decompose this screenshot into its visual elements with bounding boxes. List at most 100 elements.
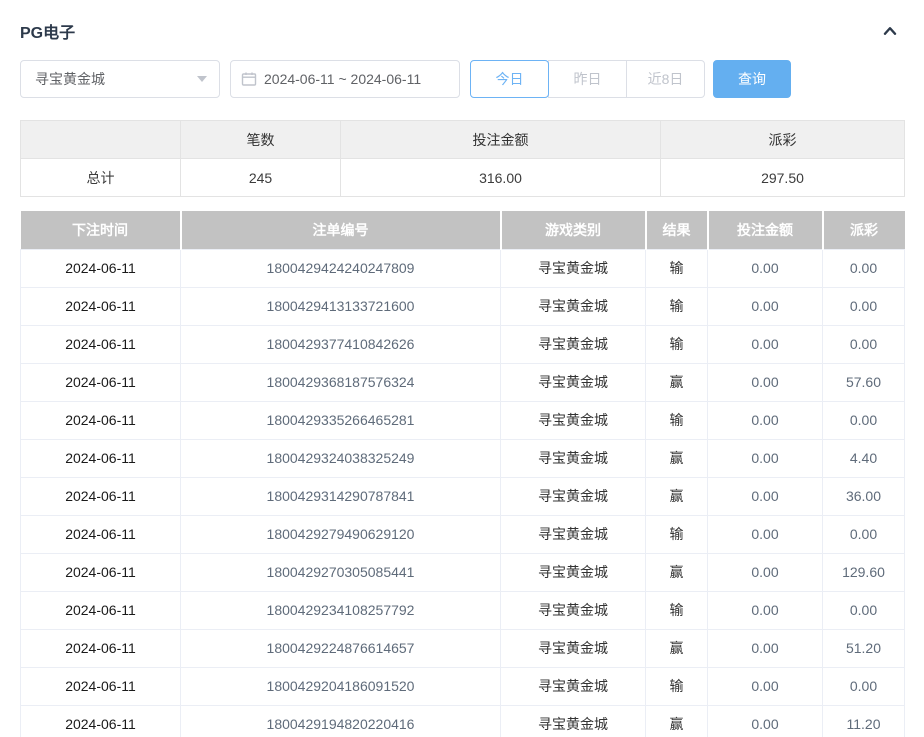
result-cell: 输 xyxy=(646,249,708,287)
summary-total-count: 245 xyxy=(181,159,341,197)
collapse-button[interactable] xyxy=(878,19,902,43)
bet-amount-cell: 0.00 xyxy=(708,249,823,287)
today-button[interactable]: 今日 xyxy=(470,60,549,98)
table-row: 2024-06-111800429224876614657寻宝黄金城赢0.005… xyxy=(21,629,905,667)
date-range-input[interactable]: 2024-06-11 ~ 2024-06-11 xyxy=(230,60,460,98)
order-id-cell: 1800429204186091520 xyxy=(181,667,501,705)
panel-header: PG电子 xyxy=(20,14,904,48)
order-id-cell: 1800429279490629120 xyxy=(181,515,501,553)
bet-time-cell: 2024-06-11 xyxy=(21,629,181,667)
table-row: 2024-06-111800429424240247809寻宝黄金城输0.000… xyxy=(21,249,905,287)
game-type-cell: 寻宝黄金城 xyxy=(501,477,646,515)
table-row: 2024-06-111800429368187576324寻宝黄金城赢0.005… xyxy=(21,363,905,401)
bet-amount-cell: 0.00 xyxy=(708,515,823,553)
bet-time-cell: 2024-06-11 xyxy=(21,667,181,705)
summary-total-payout: 297.50 xyxy=(661,159,905,197)
payout-cell: 0.00 xyxy=(823,515,905,553)
game-select[interactable]: 寻宝黄金城 xyxy=(20,60,220,98)
order-id-cell: 1800429368187576324 xyxy=(181,363,501,401)
bet-amount-cell: 0.00 xyxy=(708,705,823,737)
bet-amount-cell: 0.00 xyxy=(708,363,823,401)
table-row: 2024-06-111800429270305085441寻宝黄金城赢0.001… xyxy=(21,553,905,591)
bet-time-cell: 2024-06-11 xyxy=(21,553,181,591)
table-row: 2024-06-111800429335266465281寻宝黄金城输0.000… xyxy=(21,401,905,439)
game-type-cell: 寻宝黄金城 xyxy=(501,667,646,705)
game-type-cell: 寻宝黄金城 xyxy=(501,439,646,477)
summary-total-label: 总计 xyxy=(21,159,181,197)
table-row: 2024-06-111800429234108257792寻宝黄金城输0.000… xyxy=(21,591,905,629)
chevron-up-icon xyxy=(881,22,899,40)
bet-table-header-row: 下注时间 注单编号 游戏类别 结果 投注金额 派彩 xyxy=(21,211,905,249)
game-type-cell: 寻宝黄金城 xyxy=(501,401,646,439)
result-cell: 输 xyxy=(646,667,708,705)
result-cell: 赢 xyxy=(646,439,708,477)
order-id-cell: 1800429413133721600 xyxy=(181,287,501,325)
bet-time-cell: 2024-06-11 xyxy=(21,401,181,439)
payout-cell: 11.20 xyxy=(823,705,905,737)
result-cell: 赢 xyxy=(646,629,708,667)
order-id-cell: 1800429314290787841 xyxy=(181,477,501,515)
table-row: 2024-06-111800429204186091520寻宝黄金城输0.000… xyxy=(21,667,905,705)
game-type-cell: 寻宝黄金城 xyxy=(501,325,646,363)
bet-time-cell: 2024-06-11 xyxy=(21,515,181,553)
bet-time-cell: 2024-06-11 xyxy=(21,363,181,401)
summary-header-payout: 派彩 xyxy=(661,121,905,159)
bet-amount-cell: 0.00 xyxy=(708,591,823,629)
result-cell: 输 xyxy=(646,325,708,363)
summary-header-empty xyxy=(21,121,181,159)
result-cell: 赢 xyxy=(646,477,708,515)
game-type-cell: 寻宝黄金城 xyxy=(501,287,646,325)
query-button[interactable]: 查询 xyxy=(713,60,791,98)
quick-range-group: 今日昨日近8日 xyxy=(470,60,705,98)
bet-time-cell: 2024-06-11 xyxy=(21,477,181,515)
game-type-cell: 寻宝黄金城 xyxy=(501,249,646,287)
header-bet-amount: 投注金额 xyxy=(708,211,823,249)
payout-cell: 0.00 xyxy=(823,249,905,287)
bet-amount-cell: 0.00 xyxy=(708,629,823,667)
order-id-cell: 1800429335266465281 xyxy=(181,401,501,439)
bet-amount-cell: 0.00 xyxy=(708,401,823,439)
result-cell: 赢 xyxy=(646,705,708,737)
bet-time-cell: 2024-06-11 xyxy=(21,287,181,325)
yesterday-button[interactable]: 昨日 xyxy=(548,60,627,98)
order-id-cell: 1800429324038325249 xyxy=(181,439,501,477)
bet-time-cell: 2024-06-11 xyxy=(21,249,181,287)
header-result: 结果 xyxy=(646,211,708,249)
header-bet-time: 下注时间 xyxy=(21,211,181,249)
payout-cell: 4.40 xyxy=(823,439,905,477)
pg-games-panel: PG电子 寻宝黄金城 2024-06-11 ~ 2024- xyxy=(0,0,924,737)
bet-time-cell: 2024-06-11 xyxy=(21,325,181,363)
order-id-cell: 1800429194820220416 xyxy=(181,705,501,737)
payout-cell: 129.60 xyxy=(823,553,905,591)
table-row: 2024-06-111800429413133721600寻宝黄金城输0.000… xyxy=(21,287,905,325)
order-id-cell: 1800429424240247809 xyxy=(181,249,501,287)
bet-time-cell: 2024-06-11 xyxy=(21,439,181,477)
bet-amount-cell: 0.00 xyxy=(708,553,823,591)
filter-bar: 寻宝黄金城 2024-06-11 ~ 2024-06-11 今日昨日近8日 查询 xyxy=(20,60,904,98)
bet-amount-cell: 0.00 xyxy=(708,287,823,325)
payout-cell: 0.00 xyxy=(823,667,905,705)
bet-amount-cell: 0.00 xyxy=(708,439,823,477)
bet-amount-cell: 0.00 xyxy=(708,477,823,515)
summary-header-count: 笔数 xyxy=(181,121,341,159)
payout-cell: 57.60 xyxy=(823,363,905,401)
game-type-cell: 寻宝黄金城 xyxy=(501,705,646,737)
last8days-button[interactable]: 近8日 xyxy=(626,60,705,98)
summary-header-bet-amount: 投注金额 xyxy=(341,121,661,159)
summary-total-bet-amount: 316.00 xyxy=(341,159,661,197)
table-row: 2024-06-111800429279490629120寻宝黄金城输0.000… xyxy=(21,515,905,553)
order-id-cell: 1800429234108257792 xyxy=(181,591,501,629)
summary-header-row: 笔数 投注金额 派彩 xyxy=(21,121,905,159)
order-id-cell: 1800429270305085441 xyxy=(181,553,501,591)
result-cell: 输 xyxy=(646,287,708,325)
payout-cell: 0.00 xyxy=(823,325,905,363)
table-row: 2024-06-111800429314290787841寻宝黄金城赢0.003… xyxy=(21,477,905,515)
page-title: PG电子 xyxy=(20,19,75,43)
payout-cell: 0.00 xyxy=(823,591,905,629)
summary-table: 笔数 投注金额 派彩 总计 245 316.00 297.50 xyxy=(20,120,905,197)
date-range-value: 2024-06-11 ~ 2024-06-11 xyxy=(264,71,421,87)
table-row: 2024-06-111800429324038325249寻宝黄金城赢0.004… xyxy=(21,439,905,477)
game-type-cell: 寻宝黄金城 xyxy=(501,363,646,401)
game-select-value: 寻宝黄金城 xyxy=(35,69,105,89)
game-type-cell: 寻宝黄金城 xyxy=(501,515,646,553)
